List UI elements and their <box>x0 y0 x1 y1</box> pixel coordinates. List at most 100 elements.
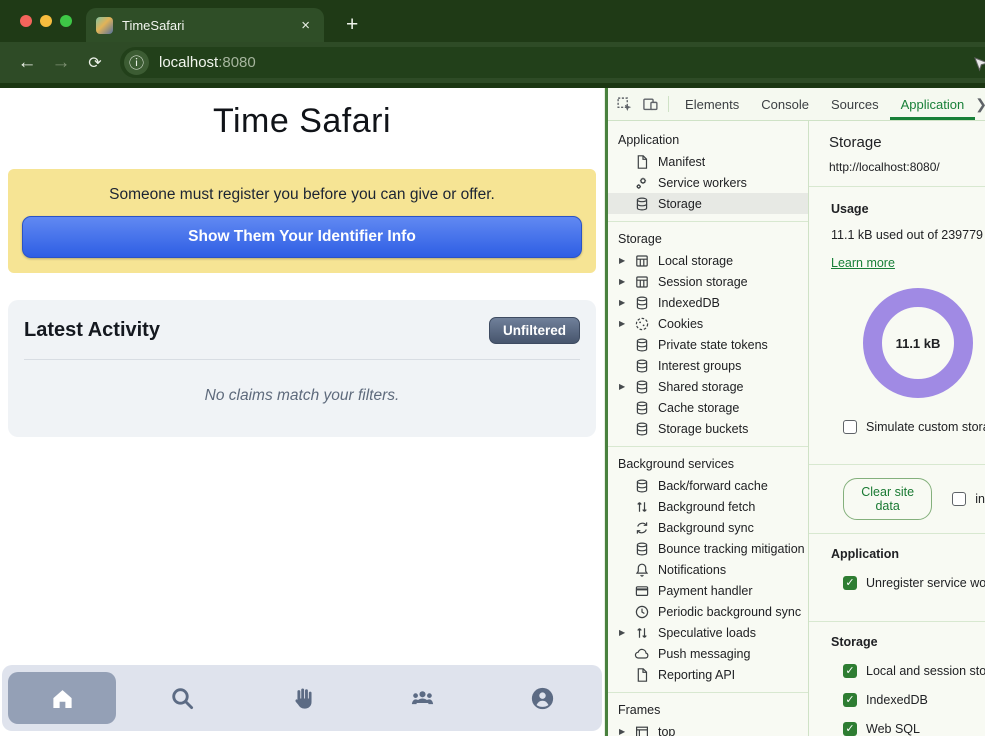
devtools-tab-application[interactable]: Application <box>890 88 976 120</box>
up-down-arrows-icon <box>634 625 650 641</box>
tree-item-label: Service workers <box>658 176 747 190</box>
tree-item-local-storage[interactable]: ▶ Local storage <box>608 250 808 271</box>
simulate-custom-storage-checkbox[interactable] <box>843 420 857 434</box>
nav-item-hand[interactable] <box>242 665 362 731</box>
home-icon[interactable] <box>8 672 116 724</box>
tree-section-header: Storage <box>608 227 808 250</box>
tree-section-background-services: Background servicesBack/forward cacheBac… <box>608 447 808 693</box>
tree-item-background-sync[interactable]: Background sync <box>608 517 808 538</box>
expand-arrow-icon[interactable]: ▶ <box>619 628 625 637</box>
tree-item-label: Manifest <box>658 155 705 169</box>
database-icon <box>634 400 650 416</box>
activity-empty-message: No claims match your filters. <box>24 360 580 437</box>
nav-item-person[interactable] <box>482 665 602 731</box>
close-window-button[interactable] <box>20 15 32 27</box>
unfiltered-filter-button[interactable]: Unfiltered <box>489 317 580 344</box>
storage-option-1-checkbox[interactable]: ✓ <box>843 693 857 707</box>
database-icon <box>634 541 650 557</box>
tree-item-payment-handler[interactable]: Payment handler <box>608 580 808 601</box>
storage-option-2-checkbox[interactable]: ✓ <box>843 722 857 736</box>
more-tabs-icon[interactable]: ❯ <box>975 88 985 120</box>
person-icon[interactable] <box>510 672 574 724</box>
tree-item-label: top <box>658 725 675 736</box>
tree-item-label: Back/forward cache <box>658 479 768 493</box>
usage-heading: Usage <box>831 202 985 216</box>
inspect-element-icon[interactable] <box>612 88 638 120</box>
back-button[interactable]: ← <box>10 52 44 74</box>
tree-item-indexeddb[interactable]: ▶IndexedDB <box>608 292 808 313</box>
tree-item-private-state-tokens[interactable]: Private state tokens <box>608 334 808 355</box>
reload-button[interactable]: ⟳ <box>78 53 112 73</box>
expand-arrow-icon[interactable]: ▶ <box>619 298 625 307</box>
devtools-tab-elements[interactable]: Elements <box>674 88 750 120</box>
tree-item-bounce-tracking-mitigation[interactable]: Bounce tracking mitigation <box>608 538 808 559</box>
maximize-window-button[interactable] <box>60 15 72 27</box>
storage-option-0-checkbox[interactable]: ✓ <box>843 664 857 678</box>
tree-item-label: Local storage <box>658 254 733 268</box>
cloud-icon <box>634 646 650 662</box>
tree-item-label: Background sync <box>658 521 754 535</box>
tree-item-push-messaging[interactable]: Push messaging <box>608 643 808 664</box>
clear-site-data-button[interactable]: Clear site data <box>843 478 932 520</box>
tree-item-label: Interest groups <box>658 359 741 373</box>
tree-section-application: ApplicationManifestService workersStorag… <box>608 123 808 222</box>
tree-item-reporting-api[interactable]: Reporting API <box>608 664 808 685</box>
nav-item-search[interactable] <box>122 665 242 731</box>
tab-close-icon[interactable]: × <box>297 15 314 36</box>
device-toolbar-icon[interactable] <box>638 88 664 120</box>
expand-arrow-icon[interactable]: ▶ <box>619 256 625 265</box>
browser-tab[interactable]: TimeSafari × <box>86 8 324 42</box>
expand-arrow-icon[interactable]: ▶ <box>619 727 625 736</box>
tree-item-periodic-background-sync[interactable]: Periodic background sync <box>608 601 808 622</box>
people-icon[interactable] <box>390 672 454 724</box>
application-option-0-checkbox[interactable]: ✓ <box>843 576 857 590</box>
site-info-icon[interactable]: ⓘ <box>124 50 149 75</box>
hand-icon[interactable] <box>270 672 334 724</box>
devtools-sidebar-tree: ApplicationManifestService workersStorag… <box>608 121 809 736</box>
search-icon[interactable] <box>150 672 214 724</box>
tree-item-service-workers[interactable]: Service workers <box>608 172 808 193</box>
tree-item-label: Speculative loads <box>658 626 756 640</box>
forward-button[interactable]: → <box>44 52 78 74</box>
card-icon <box>634 583 650 599</box>
tree-item-storage[interactable]: Storage <box>608 193 808 214</box>
show-identifier-info-button[interactable]: Show Them Your Identifier Info <box>22 216 582 258</box>
nav-item-home[interactable] <box>2 665 122 731</box>
tree-item-background-fetch[interactable]: Background fetch <box>608 496 808 517</box>
tree-item-label: Background fetch <box>658 500 755 514</box>
tree-item-shared-storage[interactable]: ▶Shared storage <box>608 376 808 397</box>
application-checkbox-section: Application ✓Unregister service wor <box>809 534 985 622</box>
tree-item-label: Payment handler <box>658 584 753 598</box>
address-bar[interactable]: ⓘ localhost :8080 <box>120 47 985 78</box>
devtools-tab-console[interactable]: Console <box>750 88 820 120</box>
tree-item-manifest[interactable]: Manifest <box>608 151 808 172</box>
tree-item-storage-buckets[interactable]: Storage buckets <box>608 418 808 439</box>
url-port: :8080 <box>218 54 256 71</box>
tree-item-session-storage[interactable]: ▶Session storage <box>608 271 808 292</box>
tree-item-back-forward-cache[interactable]: Back/forward cache <box>608 475 808 496</box>
new-tab-button[interactable]: + <box>340 13 364 37</box>
include-third-party-checkbox[interactable] <box>952 492 966 506</box>
frame-icon <box>634 724 650 736</box>
latest-activity-card: Latest Activity Unfiltered No claims mat… <box>8 300 596 437</box>
tree-item-label: Cache storage <box>658 401 739 415</box>
tree-item-speculative-loads[interactable]: ▶ Speculative loads <box>608 622 808 643</box>
database-icon <box>634 337 650 353</box>
tree-item-cookies[interactable]: ▶Cookies <box>608 313 808 334</box>
expand-arrow-icon[interactable]: ▶ <box>619 382 625 391</box>
expand-arrow-icon[interactable]: ▶ <box>619 319 625 328</box>
database-icon <box>634 358 650 374</box>
expand-arrow-icon[interactable]: ▶ <box>619 277 625 286</box>
tree-item-top[interactable]: ▶ top <box>608 721 808 736</box>
usage-text: 11.1 kB used out of 239779 <box>831 228 985 242</box>
tree-item-cache-storage[interactable]: Cache storage <box>608 397 808 418</box>
clock-icon <box>634 604 650 620</box>
gears-icon <box>634 175 650 191</box>
devtools-tab-sources[interactable]: Sources <box>820 88 890 120</box>
tree-item-notifications[interactable]: Notifications <box>608 559 808 580</box>
tree-item-interest-groups[interactable]: Interest groups <box>608 355 808 376</box>
learn-more-link[interactable]: Learn more <box>831 256 895 270</box>
nav-item-people[interactable] <box>362 665 482 731</box>
minimize-window-button[interactable] <box>40 15 52 27</box>
simulate-custom-storage-label: Simulate custom stora <box>866 420 985 434</box>
